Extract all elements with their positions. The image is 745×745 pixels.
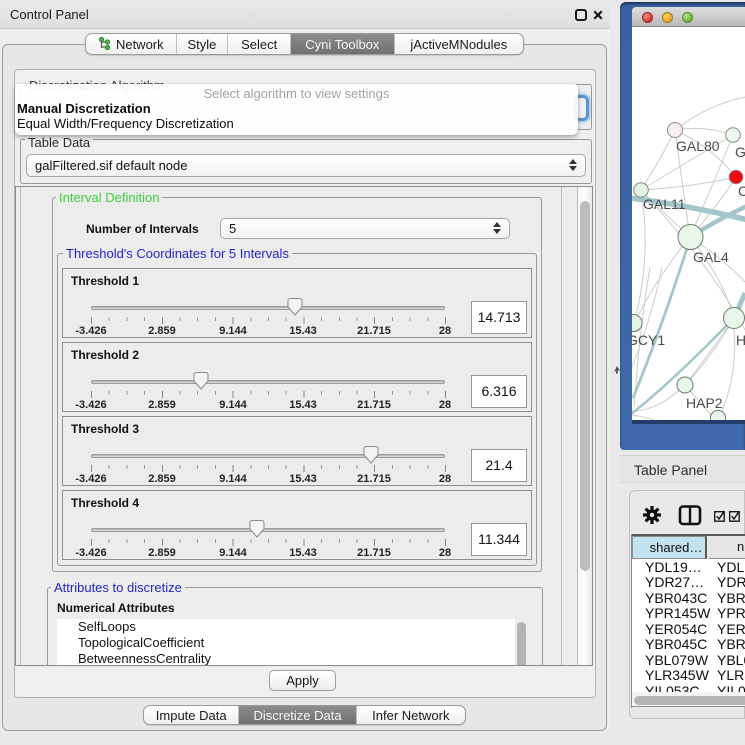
svg-text:GAL4: GAL4 [693,249,729,265]
svg-text:GA: GA [735,144,745,160]
svg-text:C: C [738,183,745,199]
svg-text:GCY1: GCY1 [632,332,665,348]
svg-text:H: H [736,332,745,348]
svg-text:HAP2: HAP2 [686,395,723,411]
svg-text:GAL80: GAL80 [676,138,720,154]
svg-text:GAL11: GAL11 [643,196,686,212]
